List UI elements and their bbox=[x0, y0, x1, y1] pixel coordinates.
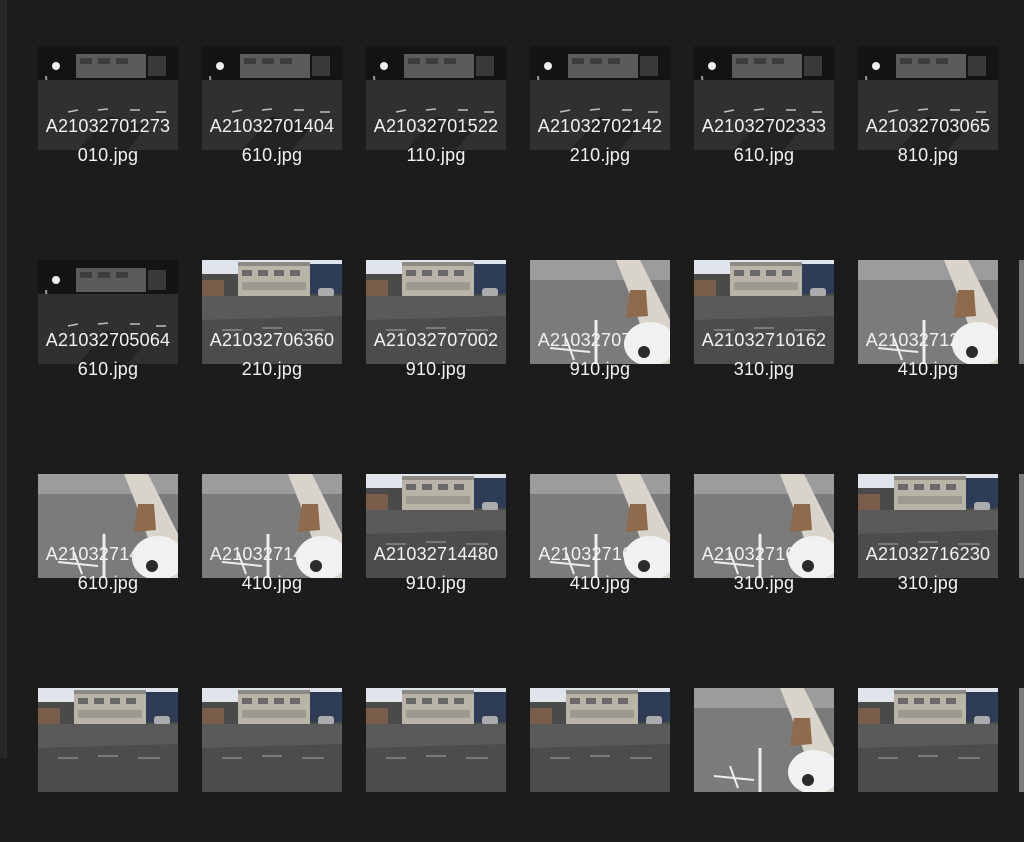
file-name-line-2: 910.jpg bbox=[405, 573, 467, 593]
file-name-line-1: A21032701273 bbox=[45, 116, 171, 136]
file-tile[interactable] bbox=[348, 642, 508, 842]
file-tile[interactable] bbox=[512, 642, 672, 842]
image-thumbnail[interactable] bbox=[530, 688, 670, 792]
file-tile[interactable]: A21032707002 910.jpg bbox=[348, 214, 508, 414]
file-tile[interactable] bbox=[184, 642, 344, 842]
image-thumbnail[interactable] bbox=[694, 688, 834, 792]
next-column-thumbnail-edge bbox=[1019, 688, 1024, 792]
file-name: A21032706360 210.jpg bbox=[184, 326, 360, 384]
file-name-line-1: A21032706360 bbox=[209, 330, 335, 350]
file-name-line-1: A21032716211 bbox=[538, 544, 662, 564]
file-name: A21032705064 610.jpg bbox=[20, 326, 196, 384]
file-name-line-1: A21032707533 bbox=[537, 330, 663, 350]
file-name: A21032707002 910.jpg bbox=[348, 326, 524, 384]
file-name-line-1: A21032703065 bbox=[865, 116, 991, 136]
file-tile[interactable]: A21032701273 010.jpg bbox=[20, 0, 180, 200]
file-tile[interactable]: A21032703065 810.jpg bbox=[840, 0, 1000, 200]
file-tile[interactable]: A21032701404 610.jpg bbox=[184, 0, 344, 200]
file-name: A21032701273 010.jpg bbox=[20, 112, 196, 170]
file-tile[interactable]: A21032705064 610.jpg bbox=[20, 214, 180, 414]
file-name-line-1: A21032702333 bbox=[701, 116, 827, 136]
file-tile[interactable]: A21032716230 310.jpg bbox=[840, 428, 1000, 628]
file-name-line-2: 310.jpg bbox=[897, 573, 959, 593]
file-name-line-1: A21032707002 bbox=[373, 330, 499, 350]
thumbnail-grid: A21032701273 010.jpg A21032701404 610.jpg A2… bbox=[0, 0, 1024, 792]
file-tile[interactable]: A21032702142 210.jpg bbox=[512, 0, 672, 200]
file-name-line-1: A21032714152 bbox=[209, 544, 335, 564]
file-tile[interactable]: A21032701522 110.jpg bbox=[348, 0, 508, 200]
file-name-line-2: 410.jpg bbox=[241, 573, 303, 593]
file-name-line-1: A21032714480 bbox=[373, 544, 499, 564]
file-name-line-2: 410.jpg bbox=[569, 573, 631, 593]
file-name-line-2: 910.jpg bbox=[405, 359, 467, 379]
file-name-line-2: 810.jpg bbox=[897, 145, 959, 165]
file-name-line-1: A21032705064 bbox=[45, 330, 171, 350]
file-tile[interactable]: A21032714480 910.jpg bbox=[348, 428, 508, 628]
file-name-line-2: 310.jpg bbox=[733, 359, 795, 379]
file-name-line-1: A21032701522 bbox=[373, 116, 499, 136]
file-name-line-2: 110.jpg bbox=[406, 145, 466, 165]
file-tile[interactable]: A21032712281 410.jpg bbox=[840, 214, 1000, 414]
image-thumbnail[interactable] bbox=[858, 688, 998, 792]
file-tile[interactable]: A21032707533 910.jpg bbox=[512, 214, 672, 414]
file-tile[interactable]: A21032706360 210.jpg bbox=[184, 214, 344, 414]
file-name-line-2: 610.jpg bbox=[241, 145, 303, 165]
file-tile[interactable] bbox=[20, 642, 180, 842]
file-name-line-1: A21032712281 bbox=[865, 330, 991, 350]
file-tile[interactable]: A21032716211 410.jpg bbox=[512, 428, 672, 628]
file-tile[interactable]: A21032702333 610.jpg bbox=[676, 0, 836, 200]
file-name: A21032714152 410.jpg bbox=[184, 540, 360, 598]
file-tile[interactable]: A21032710162 310.jpg bbox=[676, 214, 836, 414]
file-name: A21032710162 310.jpg bbox=[676, 326, 852, 384]
file-name-line-1: A21032702142 bbox=[537, 116, 663, 136]
file-name-line-2: 610.jpg bbox=[77, 359, 139, 379]
image-thumbnail[interactable] bbox=[366, 688, 506, 792]
file-name: A21032701404 610.jpg bbox=[184, 112, 360, 170]
file-name: A21032702333 610.jpg bbox=[676, 112, 852, 170]
file-name: A21032716222 310.jpg bbox=[676, 540, 852, 598]
file-name-line-2: 210.jpg bbox=[241, 359, 303, 379]
file-name: A21032716230 310.jpg bbox=[840, 540, 1016, 598]
file-name-line-2: 610.jpg bbox=[733, 145, 795, 165]
file-tile[interactable]: A21032716222 310.jpg bbox=[676, 428, 836, 628]
file-name: A21032701522 110.jpg bbox=[348, 112, 524, 170]
file-name-line-1: A21032716222 bbox=[701, 544, 827, 564]
file-name-line-1: A21032710162 bbox=[701, 330, 827, 350]
file-name-line-1: A21032701404 bbox=[209, 116, 335, 136]
file-tile[interactable]: A21032714135 610.jpg bbox=[20, 428, 180, 628]
file-name-line-2: 610.jpg bbox=[77, 573, 139, 593]
image-thumbnail[interactable] bbox=[202, 688, 342, 792]
image-thumbnail[interactable] bbox=[38, 688, 178, 792]
file-name: A21032714135 610.jpg bbox=[20, 540, 196, 598]
file-name: A21032716211 410.jpg bbox=[512, 540, 688, 598]
file-tile[interactable]: A21032714152 410.jpg bbox=[184, 428, 344, 628]
file-tile[interactable] bbox=[676, 642, 836, 842]
file-name-line-2: 410.jpg bbox=[897, 359, 959, 379]
file-name-line-2: 210.jpg bbox=[569, 145, 631, 165]
file-name-line-2: 010.jpg bbox=[77, 145, 139, 165]
file-name-line-1: A21032716230 bbox=[865, 544, 991, 564]
file-name-line-2: 910.jpg bbox=[569, 359, 631, 379]
file-name-line-1: A21032714135 bbox=[45, 544, 171, 564]
file-name-line-2: 310.jpg bbox=[733, 573, 795, 593]
next-column-thumbnail-edge bbox=[1019, 474, 1024, 578]
file-name: A21032714480 910.jpg bbox=[348, 540, 524, 598]
file-name: A21032712281 410.jpg bbox=[840, 326, 1016, 384]
file-name: A21032707533 910.jpg bbox=[512, 326, 688, 384]
file-name: A21032702142 210.jpg bbox=[512, 112, 688, 170]
file-tile[interactable] bbox=[840, 642, 1000, 842]
next-column-thumbnail-edge bbox=[1019, 260, 1024, 364]
file-name: A21032703065 810.jpg bbox=[840, 112, 1016, 170]
